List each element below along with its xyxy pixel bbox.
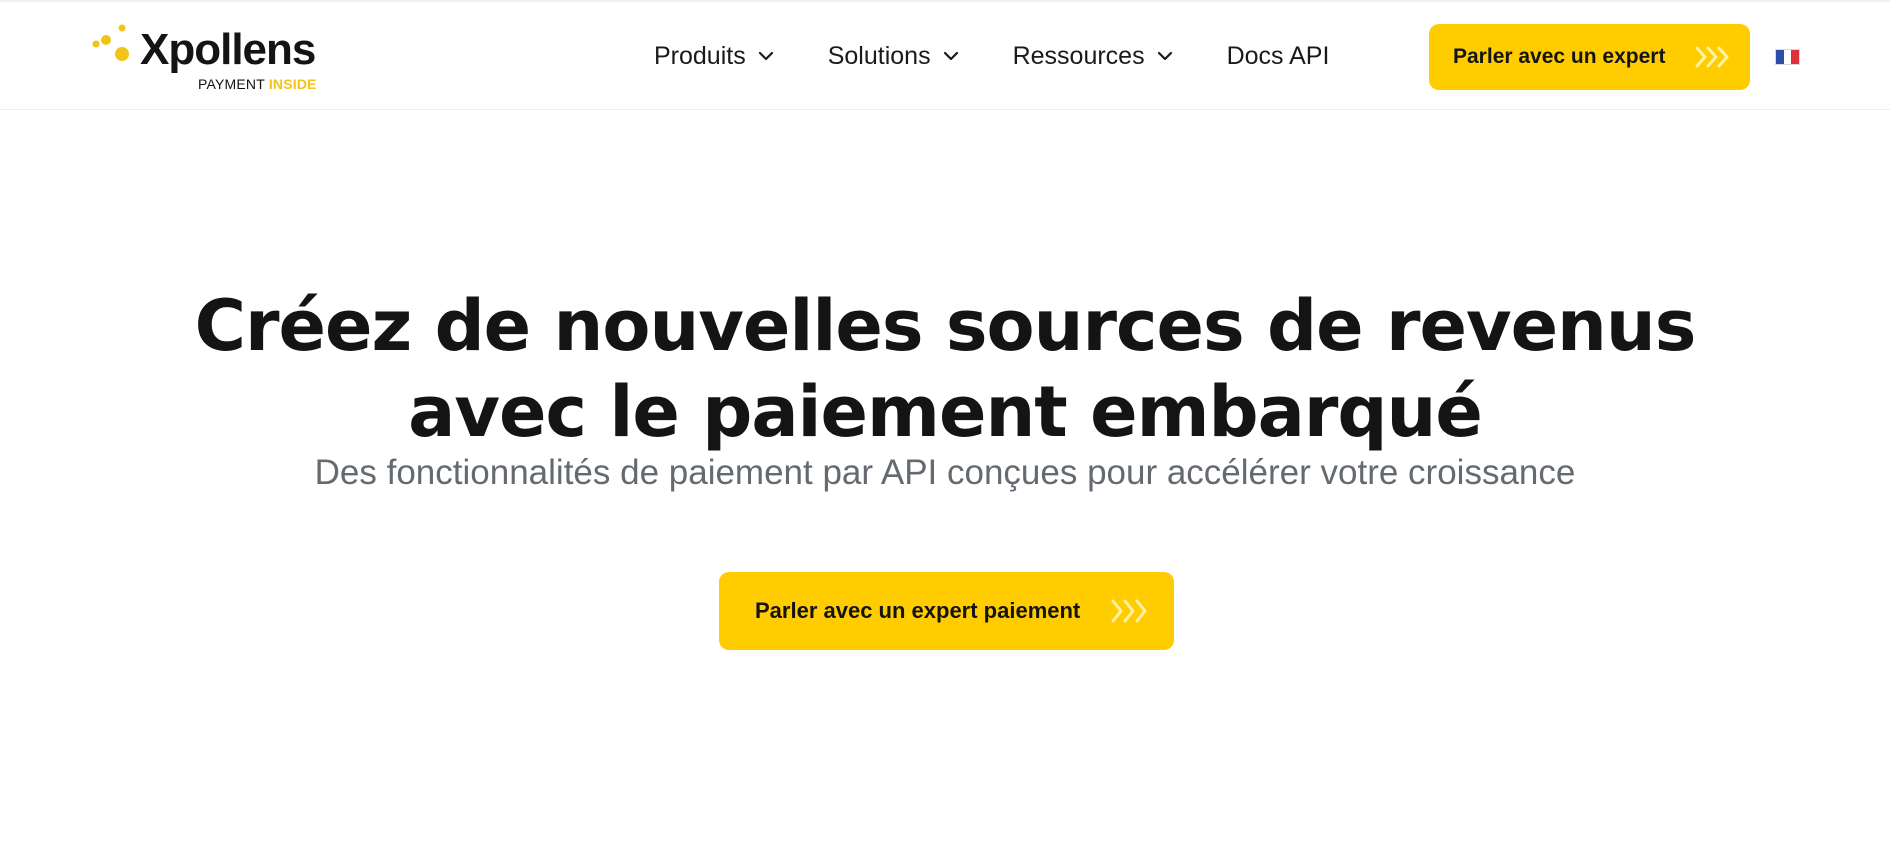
nav-item-docs-api[interactable]: Docs API <box>1227 42 1330 71</box>
french-flag-icon[interactable] <box>1775 49 1800 65</box>
hero-title: Créez de nouvelles sources de revenus av… <box>0 283 1890 455</box>
logo-dots-icon <box>92 24 129 61</box>
hero-cta-button[interactable]: Parler avec un expert paiement <box>719 572 1174 650</box>
chevron-down-icon <box>943 51 958 61</box>
logo-wordmark: Xpollens <box>140 25 316 74</box>
header-cta-button[interactable]: Parler avec un expert <box>1429 24 1750 90</box>
nav-item-label: Docs API <box>1226 41 1330 70</box>
hero-title-line-2: avec le paiement embarqué <box>408 370 1483 453</box>
nav-item-label: Ressources <box>1012 41 1145 70</box>
hero-title-line-1: Créez de nouvelles sources de revenus <box>194 284 1697 367</box>
logo-tagline-accent: INSIDE <box>268 76 317 92</box>
main-nav: Produits Solutions Ressources Docs API <box>654 36 1329 76</box>
logo-tagline-prefix: PAYMENT <box>198 76 265 92</box>
hero-cta-label: Parler avec un expert paiement <box>755 598 1081 623</box>
chevron-down-icon <box>1157 51 1172 61</box>
nav-item-ressources[interactable]: Ressources <box>1013 42 1173 71</box>
triple-chevron-right-icon <box>1111 599 1147 623</box>
nav-item-label: Produits <box>654 41 746 70</box>
header-cta-label: Parler avec un expert <box>1453 45 1666 68</box>
nav-item-label: Solutions <box>827 41 931 70</box>
site-header: Xpollens PAYMENT INSIDE Produits Solutio… <box>0 0 1890 110</box>
logo[interactable]: Xpollens PAYMENT INSIDE <box>92 22 332 94</box>
nav-item-produits[interactable]: Produits <box>654 42 774 71</box>
triple-chevron-right-icon <box>1695 46 1729 68</box>
hero-subtitle: Des fonctionnalités de paiement par API … <box>314 453 1576 492</box>
page: Xpollens PAYMENT INSIDE Produits Solutio… <box>0 0 1890 866</box>
chevron-down-icon <box>758 51 773 61</box>
nav-item-solutions[interactable]: Solutions <box>828 42 959 71</box>
logo-tagline: PAYMENT INSIDE <box>198 76 317 92</box>
